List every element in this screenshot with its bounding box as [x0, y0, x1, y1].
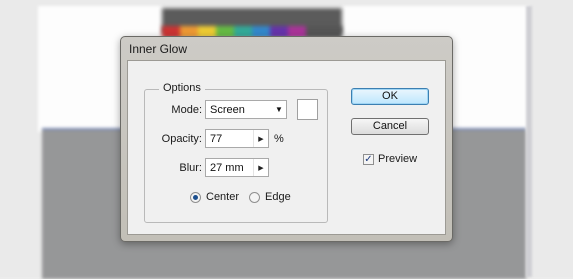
edge-radio[interactable]	[249, 192, 260, 203]
mode-value: Screen	[210, 104, 245, 116]
glow-color-swatch[interactable]	[297, 99, 318, 120]
chevron-down-icon[interactable]: ▼	[272, 101, 286, 118]
blur-field[interactable]: 27 mm ▶	[205, 158, 269, 177]
blur-value: 27 mm	[210, 162, 244, 174]
cancel-button[interactable]: Cancel	[351, 118, 429, 135]
chevron-right-icon[interactable]: ▶	[253, 130, 268, 147]
opacity-value: 77	[210, 133, 223, 145]
ok-button[interactable]: OK	[351, 88, 429, 105]
opacity-unit: %	[274, 133, 284, 145]
opacity-field[interactable]: 77 ▶	[205, 129, 269, 148]
preview-checkbox[interactable]: ✓	[363, 154, 374, 165]
mode-label: Mode:	[171, 104, 202, 116]
dialog-body: Options Mode: Screen ▼ Opacity: 77 ▶ % B…	[127, 60, 446, 235]
dialog-title: Inner Glow	[129, 42, 188, 56]
canvas-scrollbar	[526, 6, 532, 277]
blur-label: Blur:	[179, 162, 202, 174]
center-radio[interactable]	[190, 192, 201, 203]
center-label[interactable]: Center	[206, 191, 239, 203]
chevron-right-icon[interactable]: ▶	[253, 159, 268, 176]
options-legend: Options	[159, 82, 205, 94]
check-icon: ✓	[364, 154, 373, 165]
preview-label[interactable]: Preview	[378, 153, 417, 165]
radio-dot-icon	[193, 195, 198, 200]
inner-glow-dialog: Inner Glow Options Mode: Screen ▼ Opacit…	[120, 36, 453, 242]
edge-label[interactable]: Edge	[265, 191, 291, 203]
mode-select[interactable]: Screen ▼	[205, 100, 287, 119]
opacity-label: Opacity:	[161, 133, 202, 145]
